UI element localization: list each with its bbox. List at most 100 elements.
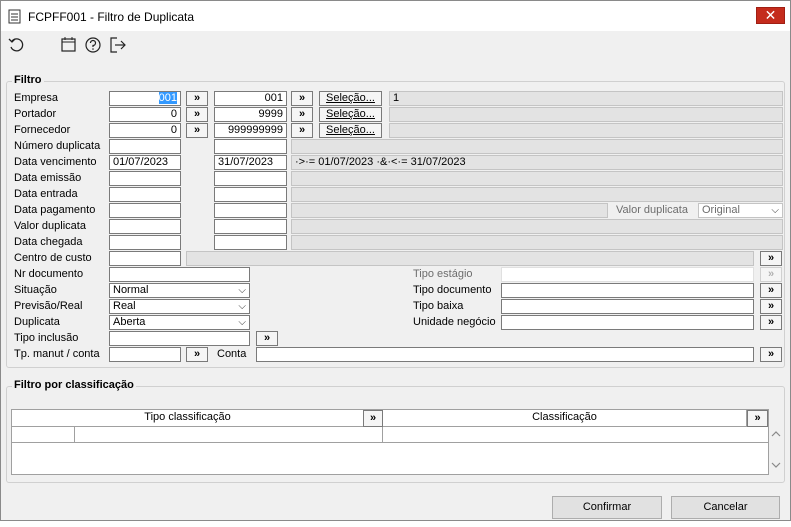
col-header-tipo-classificacao[interactable]: Tipo classificação <box>12 410 364 427</box>
centro-custo-input[interactable] <box>109 251 181 266</box>
label-data-vencimento: Data vencimento <box>14 156 97 168</box>
label-centro-custo: Centro de custo <box>14 252 92 264</box>
emissao-to-input[interactable] <box>214 171 287 186</box>
empresa-to-input[interactable]: 001 <box>214 91 287 106</box>
exit-icon[interactable] <box>109 36 127 54</box>
fornecedor-result-field <box>389 123 783 138</box>
chegada-to-input[interactable] <box>214 235 287 250</box>
venc-from-input[interactable]: 01/07/2023 <box>109 155 181 170</box>
conta-arrow-button[interactable]: » <box>760 347 782 362</box>
tipo-documento-arrow-button[interactable]: » <box>760 283 782 298</box>
label-tipo-estagio: Tipo estágio <box>413 268 473 280</box>
refresh-icon[interactable] <box>8 36 26 54</box>
chegada-desc-field <box>291 235 783 250</box>
unidade-negocio-input[interactable] <box>501 315 754 330</box>
venc-to-input[interactable]: 31/07/2023 <box>214 155 287 170</box>
venc-desc-field: ·>·= 01/07/2023 ·&·<·= 31/07/2023 <box>291 155 783 170</box>
chevron-down-icon: ⌵ <box>238 301 246 312</box>
document-icon <box>8 9 21 24</box>
col-header-classificacao[interactable]: Classificação <box>383 410 747 427</box>
label-tipo-documento: Tipo documento <box>413 284 492 296</box>
numero-duplicata-from-input[interactable] <box>109 139 181 154</box>
empresa-to-arrow-button[interactable]: » <box>291 91 313 106</box>
valor-to-input[interactable] <box>214 219 287 234</box>
calendar-icon[interactable] <box>60 36 78 54</box>
fornecedor-from-arrow-button[interactable]: » <box>186 123 208 138</box>
pagamento-desc-field <box>291 203 608 218</box>
filtro-group-label: Filtro <box>12 74 44 86</box>
pagamento-from-input[interactable] <box>109 203 181 218</box>
conta-input[interactable] <box>256 347 754 362</box>
tipo-baixa-input[interactable] <box>501 299 754 314</box>
empresa-from-input[interactable]: 001 <box>109 91 181 106</box>
entrada-to-input[interactable] <box>214 187 287 202</box>
empresa-selecao-button[interactable]: Seleção... <box>319 91 382 106</box>
portador-from-arrow-button[interactable]: » <box>186 107 208 122</box>
label-valor-duplicata: Valor duplicata <box>14 220 86 232</box>
numero-duplicata-desc-field <box>291 139 783 154</box>
portador-from-input[interactable]: 0 <box>109 107 181 122</box>
tipo-estagio-arrow-button: » <box>760 267 782 282</box>
entrada-from-input[interactable] <box>109 187 181 202</box>
label-data-emissao: Data emissão <box>14 172 82 184</box>
tipo-estagio-input <box>501 267 754 282</box>
tipo-classificacao-arrow-button[interactable]: » <box>363 410 383 427</box>
title-bar: FCPFF001 - Filtro de Duplicata ✕ <box>1 1 790 31</box>
label-portador: Portador <box>14 108 57 120</box>
portador-to-input[interactable]: 9999 <box>214 107 287 122</box>
label-situacao: Situação <box>14 284 57 296</box>
valor-desc-field <box>291 219 783 234</box>
entrada-desc-field <box>291 187 783 202</box>
situacao-select[interactable]: Normal ⌵ <box>109 283 250 298</box>
label-tipo-baixa: Tipo baixa <box>413 300 464 312</box>
tipo-baixa-arrow-button[interactable]: » <box>760 299 782 314</box>
label-previsao-real: Previsão/Real <box>14 300 83 312</box>
scroll-up-icon[interactable] <box>771 429 781 439</box>
classificacao-grid[interactable]: Tipo classificação » Classificação » <box>11 409 781 475</box>
fornecedor-to-arrow-button[interactable]: » <box>291 123 313 138</box>
numero-duplicata-to-input[interactable] <box>214 139 287 154</box>
duplicata-select[interactable]: Aberta ⌵ <box>109 315 250 330</box>
unidade-negocio-arrow-button[interactable]: » <box>760 315 782 330</box>
tipo-inclusao-arrow-button[interactable]: » <box>256 331 278 346</box>
emissao-from-input[interactable] <box>109 171 181 186</box>
fornecedor-from-input[interactable]: 0 <box>109 123 181 138</box>
cancelar-button[interactable]: Cancelar <box>671 496 780 519</box>
dialog-window: FCPFF001 - Filtro de Duplicata ✕ Filtro … <box>0 0 791 521</box>
scroll-down-icon[interactable] <box>771 460 781 470</box>
help-icon[interactable] <box>84 36 102 54</box>
pagamento-to-input[interactable] <box>214 203 287 218</box>
chegada-from-input[interactable] <box>109 235 181 250</box>
valor-from-input[interactable] <box>109 219 181 234</box>
tipo-inclusao-input[interactable] <box>109 331 250 346</box>
centro-custo-arrow-button[interactable]: » <box>760 251 782 266</box>
empresa-result-field: 1 <box>389 91 783 106</box>
label-data-chegada: Data chegada <box>14 236 83 248</box>
tipo-documento-input[interactable] <box>501 283 754 298</box>
previsao-real-select[interactable]: Real ⌵ <box>109 299 250 314</box>
label-conta: Conta <box>217 348 247 360</box>
portador-result-field <box>389 107 783 122</box>
centro-custo-desc-field <box>186 251 754 266</box>
label-nr-documento: Nr documento <box>14 268 84 280</box>
emissao-desc-field <box>291 171 783 186</box>
confirmar-button[interactable]: Confirmar <box>552 496 662 519</box>
tp-manut-input[interactable] <box>109 347 181 362</box>
tp-manut-arrow-button[interactable]: » <box>186 347 208 362</box>
grid-cell[interactable] <box>12 427 75 443</box>
portador-to-arrow-button[interactable]: » <box>291 107 313 122</box>
empresa-from-arrow-button[interactable]: » <box>186 91 208 106</box>
fornecedor-selecao-button[interactable]: Seleção... <box>319 123 382 138</box>
label-empresa: Empresa <box>14 92 59 104</box>
label-duplicata: Duplicata <box>14 316 60 328</box>
grid-cell[interactable] <box>383 427 769 443</box>
nr-documento-input[interactable] <box>109 267 250 282</box>
valor-duplicata-select: Original ⌵ <box>698 203 783 218</box>
close-button[interactable]: ✕ <box>756 7 785 24</box>
portador-selecao-button[interactable]: Seleção... <box>319 107 382 122</box>
classificacao-arrow-button[interactable]: » <box>747 410 768 427</box>
fornecedor-to-input[interactable]: 999999999 <box>214 123 287 138</box>
grid-cell[interactable] <box>75 427 383 443</box>
label-unidade-negocio: Unidade negócio <box>413 316 496 328</box>
label-data-entrada: Data entrada <box>14 188 78 200</box>
